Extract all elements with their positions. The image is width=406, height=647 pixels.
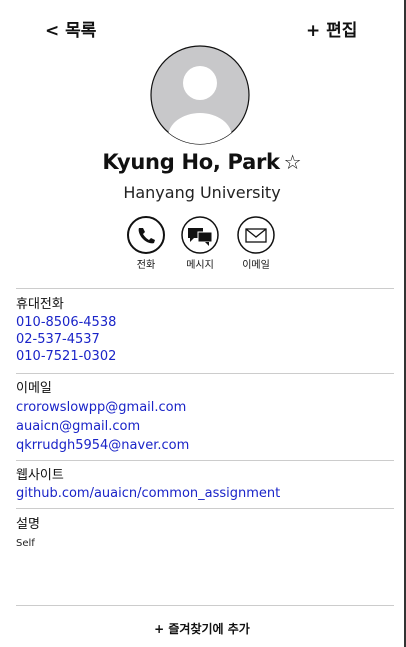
website-link[interactable]: github.com/auaicn/common_assignment [16, 485, 396, 502]
edit-button[interactable]: + 편집 [306, 16, 357, 41]
phone-number-link[interactable]: 02-537-4537 [16, 331, 396, 348]
divider [16, 460, 394, 461]
email-button[interactable]: 이메일 [230, 216, 282, 271]
contact-name-row: Kyung Ho, Park ☆ [0, 150, 404, 174]
message-button[interactable]: 메시지 [174, 216, 226, 271]
message-label: 메시지 [186, 260, 214, 271]
top-bar: < 목록 + 편집 [0, 16, 404, 46]
call-label: 전화 [136, 260, 156, 271]
website-section: 웹사이트 github.com/auaicn/common_assignment [16, 467, 396, 502]
contact-organization: Hanyang University [123, 183, 281, 202]
person-icon [150, 45, 250, 145]
call-button[interactable]: 전화 [120, 216, 172, 271]
email-section-title: 이메일 [16, 381, 52, 396]
avatar [150, 45, 250, 145]
divider [16, 508, 394, 509]
memo-text: Self [16, 538, 35, 549]
mail-icon [237, 216, 275, 254]
website-section-title: 웹사이트 [16, 468, 64, 483]
divider [16, 288, 394, 289]
contact-name: Kyung Ho, Park [102, 150, 280, 174]
phone-number-link[interactable]: 010-8506-4538 [16, 314, 396, 331]
email-address-link[interactable]: crorowslowpp@gmail.com [16, 398, 396, 417]
memo-section-title: 설명 [16, 517, 40, 532]
favorite-star-icon[interactable]: ☆ [284, 150, 302, 174]
add-to-favorites-button[interactable]: + 즐겨찾기에 추가 [0, 620, 404, 637]
phone-section-title: 휴대전화 [16, 297, 64, 312]
quick-actions: 전화 메시지 이메일 [122, 216, 282, 276]
divider [16, 605, 394, 606]
divider [16, 373, 394, 374]
back-to-list-button[interactable]: < 목록 [45, 16, 96, 41]
phone-number-link[interactable]: 010-7521-0302 [16, 348, 396, 365]
email-address-link[interactable]: qkrrudgh5954@naver.com [16, 436, 396, 455]
email-section: 이메일 crorowslowpp@gmail.com auaicn@gmail.… [16, 380, 396, 455]
message-icon [181, 216, 219, 254]
email-address-link[interactable]: auaicn@gmail.com [16, 417, 396, 436]
phone-icon [127, 216, 165, 254]
memo-section: 설명 Self [16, 516, 396, 549]
email-label: 이메일 [242, 260, 270, 271]
phone-section: 휴대전화 010-8506-4538 02-537-4537 010-7521-… [16, 296, 396, 365]
